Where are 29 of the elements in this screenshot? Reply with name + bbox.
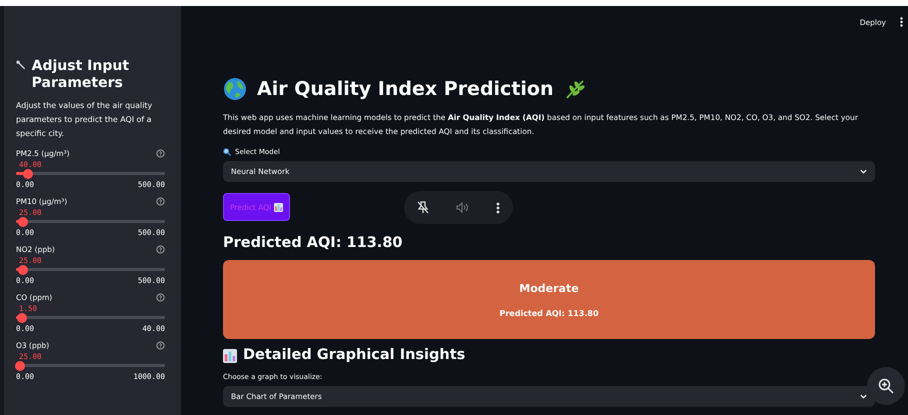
- bar-chart-icon: [223, 348, 237, 362]
- help-icon[interactable]: [156, 197, 165, 206]
- help-icon[interactable]: [156, 341, 165, 350]
- slider-thumb[interactable]: [14, 360, 25, 370]
- search-icon: [223, 148, 231, 156]
- globe-icon: [223, 77, 247, 101]
- help-icon[interactable]: [156, 245, 165, 254]
- result-heading: Predicted AQI: 113.80: [223, 235, 404, 251]
- chevron-down-icon: [860, 394, 867, 399]
- help-icon[interactable]: [156, 293, 165, 302]
- slider-thumb[interactable]: [18, 264, 28, 274]
- bar-chart-icon: [274, 202, 284, 212]
- chevron-down-icon: [860, 169, 867, 174]
- herb-icon: [564, 78, 586, 100]
- section-heading: Detailed Graphical Insights: [243, 347, 466, 364]
- slider-thumb[interactable]: [22, 168, 33, 178]
- speaker-icon[interactable]: [456, 202, 469, 213]
- zoom-in-button[interactable]: [867, 367, 905, 405]
- aqi-value: Predicted AQI: 113.80: [499, 308, 599, 318]
- pin-off-icon[interactable]: [417, 201, 430, 214]
- aqi-category: Moderate: [519, 282, 579, 294]
- zoom-in-icon: [878, 378, 894, 394]
- sidebar-title: Adjust Input Parameters: [32, 58, 130, 92]
- slider-thumb[interactable]: [18, 216, 28, 226]
- help-icon[interactable]: [156, 149, 165, 158]
- more-icon[interactable]: [900, 17, 903, 27]
- slider-thumb[interactable]: [16, 312, 27, 322]
- page-title: Air Quality Index Prediction: [257, 78, 554, 100]
- more-icon[interactable]: [496, 202, 500, 214]
